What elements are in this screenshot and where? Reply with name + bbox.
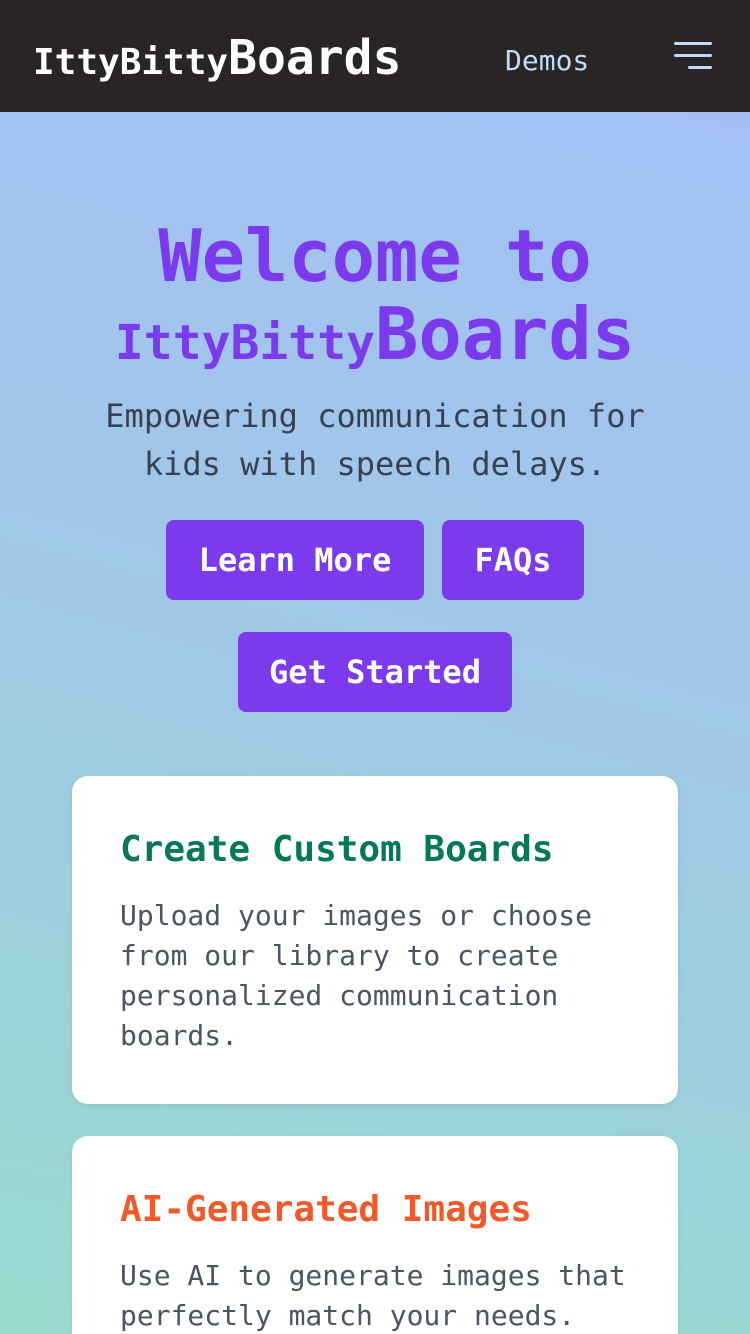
menu-line	[674, 42, 712, 45]
hamburger-menu-icon[interactable]	[674, 38, 714, 74]
feature-card-text: Upload your images or choose from our li…	[120, 899, 593, 1052]
brand-text-big: Boards	[228, 30, 402, 86]
feature-card-title: AI-Generated Images	[120, 1189, 532, 1230]
hero-title-line1: Welcome to	[158, 214, 592, 298]
nav-link-demos[interactable]: Demos	[505, 44, 589, 77]
get-started-button[interactable]: Get Started	[238, 632, 512, 712]
navbar: IttyBitty Boards Demos	[0, 0, 750, 112]
menu-line	[674, 54, 712, 57]
feature-card-text: Use AI to generate images that perfectly…	[120, 1259, 626, 1332]
hero-subtitle: Empowering communication for kids with s…	[105, 397, 645, 483]
hero-title: Welcome to IttyBitty Boards	[0, 216, 750, 381]
feature-card-ai-images: AI-Generated Images Use AI to generate i…	[72, 1136, 678, 1334]
brand-text-small: IttyBitty	[33, 42, 229, 83]
hero-brand-big: Boards	[375, 292, 636, 376]
feature-card-custom-boards: Create Custom Boards Upload your images …	[72, 776, 678, 1104]
feature-card-title: Create Custom Boards	[120, 829, 554, 870]
hero-title-line2: IttyBitty Boards	[0, 296, 750, 381]
brand-logo[interactable]: IttyBitty Boards	[33, 30, 401, 86]
learn-more-button[interactable]: Learn More	[166, 520, 424, 600]
hero-brand-small: IttyBitty	[114, 315, 375, 371]
faqs-button[interactable]: FAQs	[442, 520, 584, 600]
menu-line	[688, 66, 712, 69]
